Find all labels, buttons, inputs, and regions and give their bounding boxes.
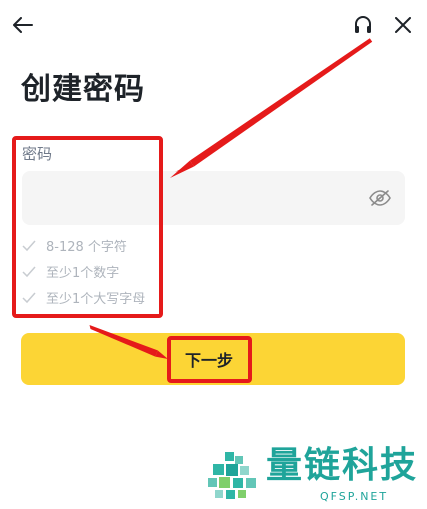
annotation-arrow-icon <box>89 325 168 359</box>
annotation-arrow-icon <box>170 38 373 178</box>
annotation-arrows <box>89 38 373 359</box>
watermark-logo <box>208 452 256 499</box>
watermark-subtitle: QFSP.NET <box>320 490 389 503</box>
watermark-title: 量链科技 <box>266 445 419 486</box>
